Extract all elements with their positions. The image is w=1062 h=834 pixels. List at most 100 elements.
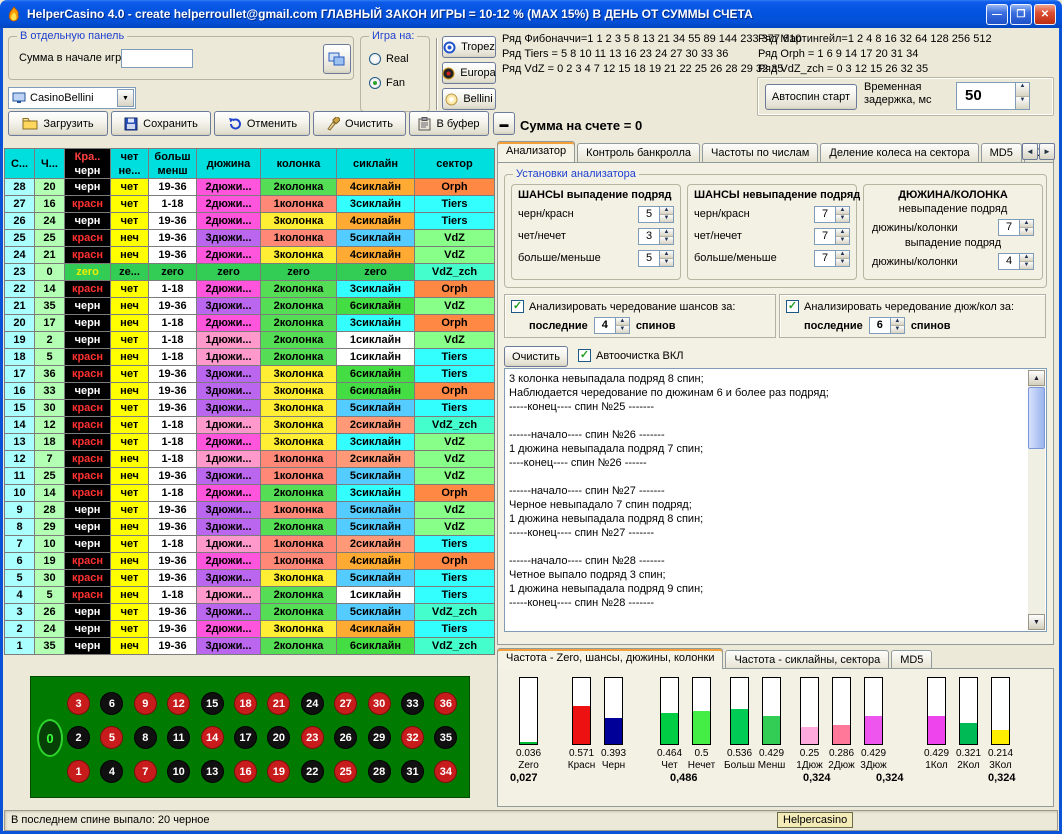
chart-tab-3[interactable]: MD5 xyxy=(891,650,932,669)
roulette-number-22[interactable]: 22 xyxy=(301,760,324,783)
down-arrow-icon[interactable]: ▼ xyxy=(1016,97,1029,110)
roulette-number-5[interactable]: 5 xyxy=(100,726,123,749)
chart-tab-1[interactable]: Частота - Zero, шансы, дюжины, колонки xyxy=(497,648,723,669)
clear-button[interactable]: Очистить xyxy=(313,111,406,136)
main-tab-3[interactable]: Частоты по числам xyxy=(702,143,818,162)
down-arrow-icon[interactable]: ▼ xyxy=(660,237,673,244)
minimize-button[interactable]: — xyxy=(986,4,1008,25)
save-button[interactable]: Сохранить xyxy=(111,111,211,136)
roulette-number-30[interactable]: 30 xyxy=(368,692,391,715)
casino-combobox[interactable]: CasinoBellini ▼ xyxy=(8,87,136,109)
roulette-number-36[interactable]: 36 xyxy=(434,692,457,715)
roulette-number-24[interactable]: 24 xyxy=(301,692,324,715)
up-arrow-icon[interactable]: ▲ xyxy=(660,229,673,237)
alternation-dozens-checkbox[interactable]: ✓ xyxy=(786,300,799,313)
log-scrollbar[interactable]: ▲ ▼ xyxy=(1028,370,1045,630)
detach-panel-button[interactable] xyxy=(323,44,351,74)
roulette-number-19[interactable]: 19 xyxy=(267,760,290,783)
roulette-number-0[interactable]: 0 xyxy=(37,719,63,757)
roulette-number-20[interactable]: 20 xyxy=(267,726,290,749)
down-arrow-icon[interactable]: ▼ xyxy=(836,259,849,266)
roulette-number-26[interactable]: 26 xyxy=(334,726,357,749)
roulette-number-25[interactable]: 25 xyxy=(334,760,357,783)
roulette-number-4[interactable]: 4 xyxy=(100,760,123,783)
down-arrow-icon[interactable]: ▼ xyxy=(1020,262,1033,269)
scroll-up-icon[interactable]: ▲ xyxy=(1028,370,1045,386)
roulette-number-34[interactable]: 34 xyxy=(434,760,457,783)
roulette-number-35[interactable]: 35 xyxy=(434,726,457,749)
load-button[interactable]: Загрузить xyxy=(8,111,108,136)
autospin-start-button[interactable]: Автоспин старт xyxy=(765,84,857,110)
start-sum-input[interactable] xyxy=(121,49,193,68)
down-arrow-icon[interactable]: ▼ xyxy=(660,259,673,266)
radio-fan[interactable]: Fan xyxy=(369,77,405,89)
roulette-number-6[interactable]: 6 xyxy=(100,692,123,715)
autoclear-checkbox-row[interactable]: ✓ Автоочистка ВКЛ xyxy=(578,349,683,362)
down-arrow-icon[interactable]: ▼ xyxy=(836,237,849,244)
analyzer-clear-button[interactable]: Очистить xyxy=(504,346,568,367)
main-tab-1[interactable]: Анализатор xyxy=(497,141,575,162)
roulette-number-18[interactable]: 18 xyxy=(234,692,257,715)
up-arrow-icon[interactable]: ▲ xyxy=(891,318,904,326)
up-arrow-icon[interactable]: ▲ xyxy=(836,229,849,237)
roulette-number-12[interactable]: 12 xyxy=(167,692,190,715)
roulette-number-15[interactable]: 15 xyxy=(201,692,224,715)
up-arrow-icon[interactable]: ▲ xyxy=(836,207,849,215)
down-arrow-icon[interactable]: ▼ xyxy=(836,215,849,222)
roulette-number-7[interactable]: 7 xyxy=(134,760,157,783)
roulette-number-2[interactable]: 2 xyxy=(67,726,90,749)
casino-button-europa[interactable]: Europa xyxy=(442,62,496,84)
main-tab-2[interactable]: Контроль банкролла xyxy=(577,143,700,162)
chart-tab-2[interactable]: Частота - сиклайны, сектора xyxy=(725,650,889,669)
scrollbar-thumb[interactable] xyxy=(1028,387,1045,449)
down-arrow-icon[interactable]: ▼ xyxy=(660,215,673,222)
roulette-number-28[interactable]: 28 xyxy=(368,760,391,783)
roulette-number-8[interactable]: 8 xyxy=(134,726,157,749)
up-arrow-icon[interactable]: ▲ xyxy=(1020,254,1033,262)
down-arrow-icon[interactable]: ▼ xyxy=(1020,228,1033,235)
alternation-chances-checkbox[interactable]: ✓ xyxy=(511,300,524,313)
scroll-down-icon[interactable]: ▼ xyxy=(1028,614,1045,630)
roulette-number-9[interactable]: 9 xyxy=(134,692,157,715)
down-arrow-icon[interactable]: ▼ xyxy=(616,326,629,333)
up-arrow-icon[interactable]: ▲ xyxy=(660,207,673,215)
down-arrow-icon[interactable]: ▼ xyxy=(891,326,904,333)
maximize-button[interactable]: ❐ xyxy=(1010,4,1032,25)
tooltip-text: Helpercasino xyxy=(783,814,847,826)
roulette-number-29[interactable]: 29 xyxy=(368,726,391,749)
radio-real[interactable]: Real xyxy=(369,53,409,65)
close-button[interactable]: ✕ xyxy=(1034,4,1056,25)
roulette-number-27[interactable]: 27 xyxy=(334,692,357,715)
color-cell: красн xyxy=(65,349,111,366)
tabs-scroll-left-button[interactable]: ◄ xyxy=(1022,143,1038,160)
casino-button-bellini[interactable]: Bellini xyxy=(442,88,496,110)
up-arrow-icon[interactable]: ▲ xyxy=(616,318,629,326)
roulette-number-14[interactable]: 14 xyxy=(201,726,224,749)
roulette-number-21[interactable]: 21 xyxy=(267,692,290,715)
roulette-number-23[interactable]: 23 xyxy=(301,726,324,749)
chevron-down-icon[interactable]: ▼ xyxy=(117,89,134,107)
casino-button-tropez[interactable]: Tropez xyxy=(442,36,496,58)
autoclear-checkbox[interactable]: ✓ xyxy=(578,349,591,362)
roulette-number-10[interactable]: 10 xyxy=(167,760,190,783)
up-arrow-icon[interactable]: ▲ xyxy=(836,251,849,259)
roulette-number-31[interactable]: 31 xyxy=(401,760,424,783)
roulette-number-16[interactable]: 16 xyxy=(234,760,257,783)
roulette-number-11[interactable]: 11 xyxy=(167,726,190,749)
analyzer-log[interactable]: 3 колонка невыпадала подряд 8 спин; Набл… xyxy=(504,368,1047,632)
up-arrow-icon[interactable]: ▲ xyxy=(1016,83,1029,97)
roulette-number-1[interactable]: 1 xyxy=(67,760,90,783)
roulette-number-13[interactable]: 13 xyxy=(201,760,224,783)
to-buffer-button[interactable]: В буфер xyxy=(409,111,489,136)
roulette-number-33[interactable]: 33 xyxy=(401,692,424,715)
collapse-button[interactable]: ▬ xyxy=(493,112,515,135)
undo-button[interactable]: Отменить xyxy=(214,111,310,136)
main-tab-5[interactable]: MD5 xyxy=(981,143,1022,162)
roulette-number-17[interactable]: 17 xyxy=(234,726,257,749)
up-arrow-icon[interactable]: ▲ xyxy=(660,251,673,259)
tabs-scroll-right-button[interactable]: ► xyxy=(1039,143,1055,160)
main-tab-4[interactable]: Деление колеса на сектора xyxy=(820,143,978,162)
roulette-number-32[interactable]: 32 xyxy=(401,726,424,749)
up-arrow-icon[interactable]: ▲ xyxy=(1020,220,1033,228)
roulette-number-3[interactable]: 3 xyxy=(67,692,90,715)
